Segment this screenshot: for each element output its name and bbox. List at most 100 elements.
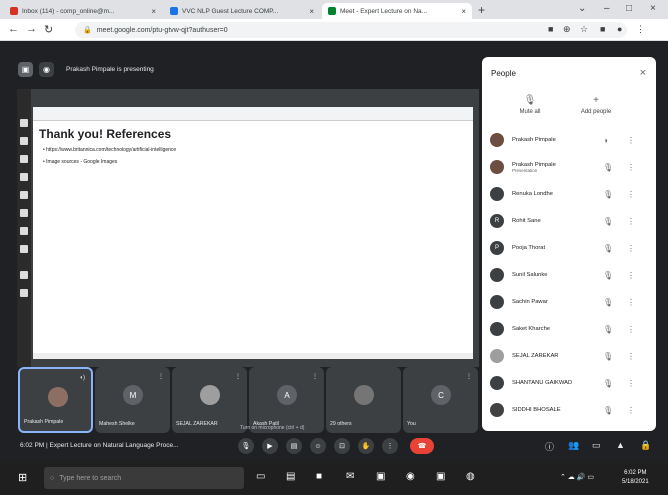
emoji-icon[interactable]: ☺ bbox=[310, 438, 326, 454]
chevron-down-icon[interactable]: ⌄ bbox=[578, 3, 586, 14]
close-tab-icon[interactable]: × bbox=[151, 7, 156, 16]
profile-icon[interactable]: ● bbox=[617, 24, 622, 34]
participant-row[interactable]: Sunil Salunke 🎙 ⋮ bbox=[490, 264, 650, 286]
participant-row[interactable]: Sachin Pawar 🎙 ⋮ bbox=[490, 291, 650, 313]
add-people-label: Add people bbox=[580, 109, 612, 115]
present-icon[interactable]: ⊡ bbox=[334, 438, 350, 454]
people-panel: People × 🎙 Mute all + Add people Prakash… bbox=[482, 57, 656, 431]
activities-icon[interactable]: ▲ bbox=[616, 440, 625, 450]
captions-icon[interactable]: ▤ bbox=[286, 438, 302, 454]
mute-all-button[interactable]: 🎙 Mute all bbox=[500, 95, 560, 115]
avatar bbox=[490, 403, 504, 417]
windows-taskbar: ⊞ ○ Type here to search ▭ ▤ ■ ✉ ▣ ◉ ▣ ◍ … bbox=[0, 461, 668, 495]
participant-tile[interactable]: ⋮ SEJAL ZAREKAR bbox=[172, 367, 247, 433]
taskbar-clock[interactable]: 6:02 PM 5/18/2021 bbox=[622, 469, 649, 487]
participant-row[interactable]: Renuka Londhe 🎙 ⋮ bbox=[490, 183, 650, 205]
maximize-icon[interactable]: □ bbox=[626, 3, 632, 14]
chrome-icon[interactable]: ◉ bbox=[406, 471, 415, 482]
camera-off-icon[interactable]: ▶ bbox=[262, 438, 278, 454]
participant-row[interactable]: SEJAL ZAREKAR 🎙 ⋮ bbox=[490, 345, 650, 367]
more-icon[interactable]: ⋮ bbox=[627, 298, 635, 307]
participant-tile[interactable]: A ⋮ Akash Patil bbox=[249, 367, 324, 433]
participant-tile[interactable]: ◖) Prakash Pimpale bbox=[18, 367, 93, 433]
app-icon[interactable]: ▣ bbox=[376, 471, 385, 482]
more-icon[interactable]: ⋮ bbox=[627, 406, 635, 415]
menu-kebab-icon[interactable]: ⋮ bbox=[636, 24, 645, 35]
zoom-icon[interactable]: ⊕ bbox=[563, 24, 571, 35]
tab-meet[interactable]: Meet - Expert Lecture on Na... × bbox=[322, 3, 472, 19]
participant-row[interactable]: P Pooja Thorat 🎙 ⋮ bbox=[490, 237, 650, 259]
participant-row[interactable]: SIDDHI BHOSALE 🎙 ⋮ bbox=[490, 399, 650, 421]
pin-icon[interactable]: ◉ bbox=[39, 61, 54, 77]
participant-tile[interactable]: M ⋮ Mahesh Shelke bbox=[95, 367, 170, 433]
chat-icon[interactable]: ▭ bbox=[592, 440, 601, 451]
layout-icon[interactable]: ▣ bbox=[18, 61, 33, 77]
explorer-icon[interactable]: ▤ bbox=[286, 471, 295, 482]
close-tab-icon[interactable]: × bbox=[461, 7, 466, 16]
more-icon[interactable]: ⋮ bbox=[627, 325, 635, 334]
more-icon[interactable]: ⋮ bbox=[627, 271, 635, 280]
more-icon: ⋮ bbox=[466, 374, 472, 380]
search-placeholder: Type here to search bbox=[59, 474, 122, 482]
bookmark-star-icon[interactable]: ☆ bbox=[580, 24, 588, 35]
people-icon[interactable]: 👥 bbox=[568, 440, 579, 451]
close-icon[interactable]: × bbox=[640, 67, 646, 79]
tool-icon bbox=[20, 245, 28, 253]
gmail-icon bbox=[10, 7, 18, 15]
avatar bbox=[490, 322, 504, 336]
system-tray-icons[interactable]: ⌃ ☁ 🔊 ▭ bbox=[560, 473, 594, 481]
more-icon[interactable]: ⋮ bbox=[627, 217, 635, 226]
back-icon[interactable]: ← bbox=[8, 23, 19, 35]
mic-off-icon: 🎙 bbox=[603, 405, 614, 415]
participant-row[interactable]: R Rohit Sane 🎙 ⋮ bbox=[490, 210, 650, 232]
mic-hint: Turn on microphone (ctrl + d) bbox=[240, 425, 305, 431]
app-icon[interactable]: ▣ bbox=[436, 471, 445, 482]
tab-guest-lecture[interactable]: VVC NLP Guest Lecture COMP... × bbox=[164, 3, 320, 19]
mic-off-icon: 🎙 bbox=[603, 162, 614, 172]
extension-icon[interactable]: ■ bbox=[600, 24, 605, 34]
more-icon[interactable]: ⋮ bbox=[627, 379, 635, 388]
participant-row[interactable]: Prakash Pimpale Presentation 🎙 ⋮ bbox=[490, 156, 650, 178]
more-icon[interactable]: ⋮ bbox=[627, 163, 635, 172]
more-icon[interactable]: ⋮ bbox=[627, 190, 635, 199]
address-bar[interactable]: 🔒 meet.google.com/ptu-gtvw-qjt?authuser=… bbox=[75, 22, 627, 38]
forward-icon[interactable]: → bbox=[26, 23, 37, 35]
participant-row[interactable]: SHANTANU GAIKWAD 🎙 ⋮ bbox=[490, 372, 650, 394]
new-tab-button[interactable]: + bbox=[478, 3, 485, 17]
minimize-icon[interactable]: – bbox=[604, 3, 610, 14]
avatar bbox=[200, 385, 220, 405]
participant-name: SEJAL ZAREKAR bbox=[512, 353, 559, 359]
participant-row[interactable]: Prakash Pimpale ◑ ⋮ bbox=[490, 129, 650, 151]
more-icon[interactable]: ⋮ bbox=[627, 352, 635, 361]
add-people-button[interactable]: + Add people bbox=[566, 95, 626, 115]
close-tab-icon[interactable]: × bbox=[309, 7, 314, 16]
participant-tile-others[interactable]: 29 others bbox=[326, 367, 401, 433]
group-avatar bbox=[354, 385, 374, 405]
lock-icon[interactable]: 🔒 bbox=[640, 440, 651, 451]
avatar: M bbox=[123, 385, 143, 405]
info-icon[interactable]: ⓘ bbox=[545, 440, 554, 453]
participant-tile-self[interactable]: C ⋮ You bbox=[403, 367, 478, 433]
camera-icon[interactable]: ■ bbox=[548, 24, 553, 34]
task-view-icon[interactable]: ▭ bbox=[256, 471, 265, 482]
participant-row[interactable]: Saket Kharche 🎙 ⋮ bbox=[490, 318, 650, 340]
tab-inbox[interactable]: Inbox (114) - comp_online@m... × bbox=[4, 3, 162, 19]
more-icon[interactable]: ⋮ bbox=[627, 136, 635, 145]
more-options-icon[interactable]: ⋮ bbox=[382, 438, 398, 454]
participant-name: Sachin Pawar bbox=[512, 299, 548, 305]
store-icon[interactable]: ■ bbox=[316, 471, 322, 482]
raise-hand-icon[interactable]: ✋ bbox=[358, 438, 374, 454]
windows-start-icon[interactable]: ⊞ bbox=[18, 471, 27, 484]
avatar bbox=[490, 187, 504, 201]
mail-icon[interactable]: ✉ bbox=[346, 471, 354, 482]
url-text: meet.google.com/ptu-gtvw-qjt?authuser=0 bbox=[96, 26, 228, 34]
leave-call-button[interactable]: ☎ bbox=[410, 438, 434, 454]
close-window-icon[interactable]: × bbox=[650, 3, 656, 14]
app-icon[interactable]: ◍ bbox=[466, 471, 475, 482]
participant-name: Prakash Pimpale bbox=[512, 137, 556, 143]
taskbar-search-box[interactable]: ○ Type here to search bbox=[44, 467, 244, 489]
mic-icon[interactable]: 🎙 bbox=[238, 438, 254, 454]
pin-icon[interactable]: ◑ bbox=[603, 136, 608, 145]
more-icon[interactable]: ⋮ bbox=[627, 244, 635, 253]
reload-icon[interactable]: ↻ bbox=[44, 23, 53, 36]
